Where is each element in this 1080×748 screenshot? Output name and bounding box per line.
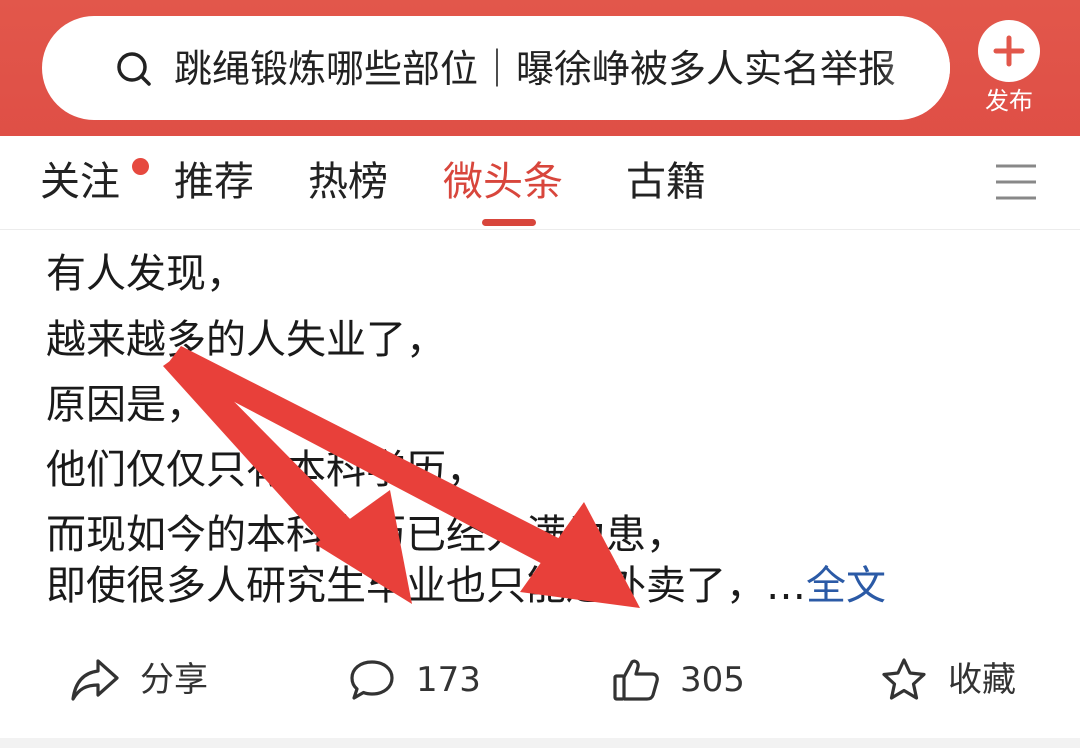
plus-icon (993, 35, 1025, 67)
tab-ancient-books[interactable]: 古籍 (626, 154, 706, 210)
menu-icon[interactable] (994, 162, 1038, 202)
tab-following[interactable]: 关注 (40, 154, 120, 210)
search-text-fade (880, 16, 950, 120)
unread-dot (132, 158, 149, 175)
comment-button[interactable]: 173 (348, 652, 481, 708)
tab-micro-headlines[interactable]: 微头条 (443, 154, 563, 210)
post-line: 原因是， (46, 382, 206, 428)
star-icon (882, 658, 926, 700)
thumbs-up-icon (613, 659, 659, 701)
post-action-bar: 分享 173 305 收藏 (0, 632, 1080, 728)
post-line: 他们仅仅只有本科学历， (46, 447, 486, 493)
post-line-text: 即使很多人研究生毕业也只能送外卖了，… (46, 563, 806, 609)
favorite-label: 收藏 (948, 660, 1016, 700)
post-content[interactable]: 有人发现， 越来越多的人失业了， 原因是， 他们仅仅只有本科学历， 而现如今的本… (0, 231, 1080, 631)
post-line: 越来越多的人失业了， (46, 317, 446, 363)
active-tab-indicator (482, 219, 536, 226)
share-icon (71, 659, 119, 701)
share-button[interactable]: 分享 (70, 652, 208, 708)
like-button[interactable]: 305 (612, 652, 745, 708)
tab-recommended[interactable]: 推荐 (174, 154, 254, 210)
tab-hot-list[interactable]: 热榜 (308, 154, 388, 210)
publish-label: 发布 (985, 87, 1033, 115)
feed-separator (0, 738, 1080, 748)
favorite-button[interactable]: 收藏 (880, 652, 1016, 708)
share-label: 分享 (140, 660, 208, 700)
comment-count: 173 (416, 660, 481, 700)
search-query-text[interactable]: 跳绳锻炼哪些部位｜曝徐峥被多人实名举报 (174, 43, 950, 95)
post-line: 有人发现， (46, 251, 246, 297)
publish-button[interactable]: 发布 (976, 20, 1042, 120)
publish-circle (978, 20, 1040, 82)
post-line-last: 即使很多人研究生毕业也只能送外卖了，…全文 (46, 556, 886, 616)
search-icon (117, 52, 151, 86)
channel-tabs: 关注 推荐 热榜 微头条 古籍 (0, 136, 1080, 230)
full-text-link[interactable]: 全文 (806, 563, 886, 609)
like-count: 305 (680, 660, 745, 700)
search-bar[interactable]: 跳绳锻炼哪些部位｜曝徐峥被多人实名举报 (42, 16, 950, 120)
comment-icon (350, 660, 394, 700)
top-header: 跳绳锻炼哪些部位｜曝徐峥被多人实名举报 发布 (0, 0, 1080, 136)
